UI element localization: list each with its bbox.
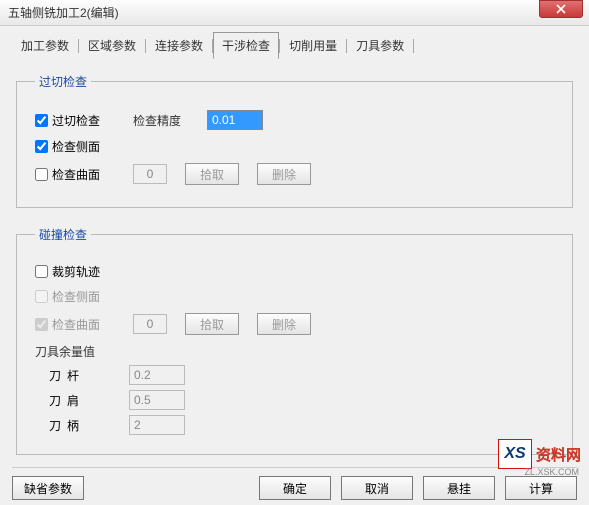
tab-connect-params[interactable]: 连接参数 <box>146 32 212 59</box>
default-params-button[interactable]: 缺省参数 <box>12 476 84 500</box>
shank-label: 刀杆 <box>49 367 99 384</box>
calc-button[interactable]: 计算 <box>505 476 577 500</box>
overcut-delete-button[interactable]: 删除 <box>257 163 311 185</box>
tab-tool-params[interactable]: 刀具参数 <box>347 32 413 59</box>
overcut-side-label: 检查侧面 <box>52 138 100 155</box>
collision-side-label: 检查侧面 <box>52 288 100 305</box>
precision-input[interactable] <box>207 110 263 130</box>
overcut-check-checkbox[interactable]: 过切检查 <box>35 112 115 129</box>
trim-path-label: 裁剪轨迹 <box>52 263 100 280</box>
collision-delete-button[interactable]: 删除 <box>257 313 311 335</box>
ok-button[interactable]: 确定 <box>259 476 331 500</box>
title-bar: 五轴侧铣加工2(编辑) <box>0 0 589 26</box>
tab-bar: 加工参数 区域参数 连接参数 干涉检查 切削用量 刀具参数 <box>12 32 577 59</box>
overcut-pick-button[interactable]: 拾取 <box>185 163 239 185</box>
collision-surface-label: 检查曲面 <box>52 316 100 333</box>
dialog-footer: 缺省参数 确定 取消 悬挂 计算 <box>12 467 577 504</box>
window-title: 五轴侧铣加工2(编辑) <box>8 4 119 21</box>
hang-button[interactable]: 悬挂 <box>423 476 495 500</box>
overcut-surface-label: 检查曲面 <box>52 166 100 183</box>
tab-cutting-params[interactable]: 切削用量 <box>280 32 346 59</box>
close-icon <box>556 4 566 14</box>
overcut-side-checkbox[interactable]: 检查侧面 <box>35 138 115 155</box>
dialog-content: 加工参数 区域参数 连接参数 干涉检查 切削用量 刀具参数 过切检查 过切检查 … <box>0 26 589 505</box>
watermark-sub: ZL.XSK.COM <box>524 467 579 477</box>
collision-pick-button[interactable]: 拾取 <box>185 313 239 335</box>
precision-label: 检查精度 <box>133 112 189 129</box>
collision-surface-checkbox: 检查曲面 <box>35 316 115 333</box>
close-button[interactable] <box>539 0 583 18</box>
overcut-surface-checkbox[interactable]: 检查曲面 <box>35 166 115 183</box>
shank-input[interactable] <box>129 365 185 385</box>
tab-interference-check[interactable]: 干涉检查 <box>213 32 279 59</box>
tool-margin-heading: 刀具余量值 <box>35 343 554 360</box>
overcut-legend: 过切检查 <box>35 73 91 90</box>
overcut-check-label: 过切检查 <box>52 112 100 129</box>
collision-side-checkbox: 检查侧面 <box>35 288 115 305</box>
collision-check-group: 碰撞检查 裁剪轨迹 检查侧面 检查曲面 拾取 删除 刀具余量值 刀杆 <box>16 226 573 455</box>
collision-legend: 碰撞检查 <box>35 226 91 243</box>
holder-label: 刀柄 <box>49 417 99 434</box>
tab-machining-params[interactable]: 加工参数 <box>12 32 78 59</box>
shoulder-input[interactable] <box>129 390 185 410</box>
overcut-surface-count <box>133 164 167 184</box>
overcut-check-group: 过切检查 过切检查 检查精度 检查侧面 检查曲面 拾取 删除 <box>16 73 573 208</box>
collision-surface-count <box>133 314 167 334</box>
cancel-button[interactable]: 取消 <box>341 476 413 500</box>
shoulder-label: 刀肩 <box>49 392 99 409</box>
trim-path-checkbox[interactable]: 裁剪轨迹 <box>35 263 115 280</box>
tab-region-params[interactable]: 区域参数 <box>79 32 145 59</box>
holder-input[interactable] <box>129 415 185 435</box>
